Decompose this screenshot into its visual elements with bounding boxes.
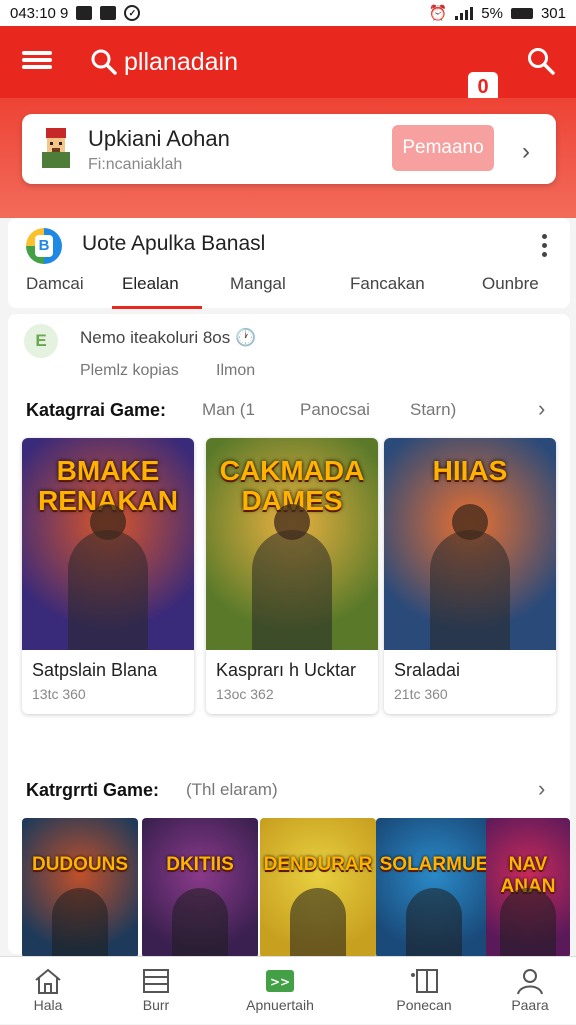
game-art: BMAKE RENAKAN [22,438,194,650]
promo-subtitle: Fi:ncaniaklah [88,156,183,173]
svg-text:>>: >> [270,975,290,989]
games-icon: >> [266,970,294,992]
avatar-icon [42,128,70,168]
game-thumbnail[interactable]: DUDOUNS [22,818,138,958]
top-app-bar: pllanadain 0 [0,26,576,102]
game-title: Kasprarı h Ucktar [216,660,357,680]
profile-name: Nemo iteakoluri 8os 🕐 [80,328,257,347]
book-icon [411,969,438,993]
filter-chip[interactable]: Starn) [410,400,456,420]
profile-avatar[interactable]: E [24,324,58,358]
menu-icon[interactable] [22,48,52,74]
game-meta: 21tc 360 [394,686,448,702]
nav-item-list[interactable]: Burr [108,957,204,1025]
bottom-navigation: Hala Burr >> Apnuertaih Ponecan Paara [0,956,576,1024]
battery-percent: 5% [481,4,503,22]
tab-ounbre[interactable]: Ounbre [482,274,539,294]
profile-sub2: Ilmon [216,362,256,379]
tab-damcai[interactable]: Damcai [26,274,84,294]
list-icon [143,969,169,993]
section-title: Katrgrrti Game: [26,780,160,800]
game-art: HIIAS [384,438,556,650]
game-art: CAKMADA DAMES [206,438,378,650]
app-logo-icon: B [26,228,62,264]
game-card[interactable]: HIIAS Sraladai 21tc 360 [384,438,556,714]
nav-item-profile[interactable]: Paara [482,957,576,1025]
tab-mangal[interactable]: Mangal [230,274,286,294]
image-icon [76,6,93,20]
profile-sub1: Plemlz kopias [80,362,179,379]
tab-bar: Damcai Elealan Mangal Fancakan Ounbre [8,270,570,304]
game-meta: 13tc 360 [32,686,86,702]
nav-item-home[interactable]: Hala [0,957,96,1025]
search-icon[interactable] [90,48,118,76]
whatsapp-icon: ✓ [124,5,141,21]
app-name: Uote Apulka Banasl [82,232,266,255]
nav-item-games[interactable]: >> Apnuertaih [232,957,328,1025]
active-tab-indicator [112,306,202,309]
tab-elealan[interactable]: Elealan [122,274,179,294]
game-thumbnail[interactable]: NAV ANAN [486,818,570,958]
filter-chip[interactable]: (Thl elaram) [186,780,278,800]
game-title: Sraladai [394,660,461,680]
game-card[interactable]: CAKMADA DAMES Kasprarı h Ucktar 13oc 362 [206,438,378,714]
status-time: 043:10 9 [10,4,69,22]
app-card: B Uote Apulka Banasl Damcai Elealan Mang… [8,218,570,309]
tab-fancakan[interactable]: Fancakan [350,274,425,294]
game-card[interactable]: BMAKE RENAKAN Satpslain Blana 13tc 360 [22,438,194,714]
chevron-right-icon[interactable]: › [522,138,530,166]
profile-icon [517,969,543,995]
chevron-right-icon[interactable]: › [538,776,545,802]
game-thumbnail[interactable]: DENDURAR [260,818,376,958]
nav-item-book[interactable]: Ponecan [376,957,472,1025]
promo-button[interactable]: Pemaano [392,125,494,171]
game-meta: 13oc 362 [216,686,274,702]
search-icon[interactable] [526,46,556,76]
game-thumbnail[interactable]: SOLARMUE [376,818,492,958]
home-icon [35,968,61,994]
status-bar: 043:10 9 ✓ ⏰ 5% 301 [0,0,576,26]
signal-icon [455,6,474,20]
page-title: pllanadain [124,48,238,76]
more-options-icon[interactable] [542,234,548,261]
filter-chip[interactable]: Man (1 [202,400,255,420]
filter-chip[interactable]: Panocsai [300,400,370,420]
image-icon [100,6,117,20]
game-thumbnail[interactable]: DKITIIS [142,818,258,958]
promo-title: Upkiani Aohan [88,126,230,151]
game-title: Satpslain Blana [32,660,158,680]
section-title: Katagrrai Game: [26,400,167,420]
content-panel: E Nemo iteakoluri 8os 🕐 Plemlz kopias Il… [8,314,570,958]
alarm-icon: ⏰ [428,5,448,22]
promo-card[interactable]: Upkiani Aohan Fi:ncaniaklah Pemaano › [22,114,556,184]
chevron-right-icon[interactable]: › [538,396,545,422]
battery-icon [510,7,533,19]
status-clock: 301 [540,4,566,22]
